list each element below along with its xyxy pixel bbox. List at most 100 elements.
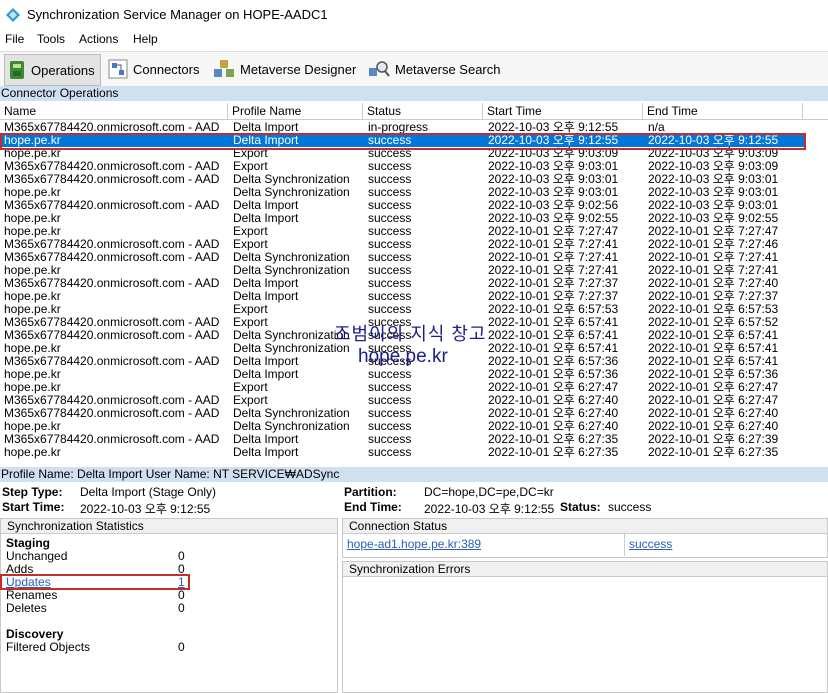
table-cell: success — [368, 238, 412, 251]
table-cell: success — [368, 290, 412, 303]
table-cell: M365x67784420.onmicrosoft.com - AAD — [4, 251, 220, 264]
table-cell: hope.pe.kr — [4, 264, 61, 277]
table-cell: success — [368, 394, 412, 407]
discovery-label: Discovery — [6, 627, 64, 641]
table-row[interactable]: hope.pe.kr Delta Import success 2022-10-01 … — [0, 446, 805, 459]
window-title: Synchronization Service Manager on HOPE-… — [27, 7, 328, 22]
table-cell: success — [368, 199, 412, 212]
connectors-button[interactable]: Connectors — [108, 54, 199, 84]
table-cell: 2022-10-03 오후 9:03:01 — [488, 160, 619, 173]
table-cell: Delta Synchronization — [233, 420, 350, 433]
column-status[interactable]: Status — [363, 103, 483, 119]
table-cell: hope.pe.kr — [4, 368, 61, 381]
table-cell: 2022-10-01 오후 7:27:46 — [648, 238, 779, 251]
table-cell: 2022-10-03 오후 9:02:55 — [648, 212, 779, 225]
metaverse-search-icon — [369, 61, 390, 77]
table-cell: 2022-10-01 오후 6:57:41 — [648, 355, 779, 368]
status-label: Status: — [560, 500, 601, 514]
connection-result-link[interactable]: success — [629, 537, 672, 551]
connectors-icon — [108, 59, 128, 79]
filtered-objects-label: Filtered Objects — [6, 640, 91, 654]
table-row[interactable]: M365x67784420.onmicrosoft.com - AAD Delta… — [0, 199, 805, 212]
menu-help[interactable]: Help — [133, 32, 158, 46]
table-row[interactable]: hope.pe.kr Delta Import success 2022-10-01 … — [0, 368, 805, 381]
table-cell: 2022-10-01 오후 6:27:35 — [488, 433, 619, 446]
table-cell: Delta Import — [233, 355, 299, 368]
operations-grid[interactable]: M365x67784420.onmicrosoft.com - AAD Delta… — [0, 120, 828, 464]
table-cell: Delta Import — [233, 446, 299, 459]
operations-grid-header: Name Profile Name Status Start Time End … — [0, 103, 828, 120]
table-cell: Delta Synchronization — [233, 251, 350, 264]
menu-actions[interactable]: Actions — [79, 32, 118, 46]
table-cell: success — [368, 225, 412, 238]
table-cell: Delta Import — [233, 277, 299, 290]
menu-tools[interactable]: Tools — [37, 32, 65, 46]
connection-server-link[interactable]: hope-ad1.hope.pe.kr:389 — [347, 537, 481, 551]
renames-label: Renames — [6, 588, 58, 602]
sync-errors-panel — [342, 561, 828, 693]
table-cell: hope.pe.kr — [4, 186, 61, 199]
table-row[interactable]: hope.pe.kr Delta Synchronization success 20… — [0, 264, 805, 277]
table-cell: M365x67784420.onmicrosoft.com - AAD — [4, 199, 220, 212]
table-cell: Delta Synchronization — [233, 186, 350, 199]
table-cell: hope.pe.kr — [4, 212, 61, 225]
table-cell: 2022-10-01 오후 6:57:52 — [648, 316, 779, 329]
table-cell: success — [368, 381, 412, 394]
start-time-label: Start Time: — [2, 500, 65, 514]
column-start-time[interactable]: Start Time — [483, 103, 643, 119]
table-cell: 2022-10-03 오후 9:03:01 — [488, 186, 619, 199]
table-row[interactable]: M365x67784420.onmicrosoft.com - AAD Expor… — [0, 160, 805, 173]
table-cell: 2022-10-01 오후 7:27:37 — [488, 290, 619, 303]
table-cell: Delta Synchronization — [233, 173, 350, 186]
table-row[interactable]: hope.pe.kr Export success 2022-10-01 오후 6:5… — [0, 303, 805, 316]
table-row[interactable]: M365x67784420.onmicrosoft.com - AAD Delta… — [0, 173, 805, 186]
sync-stats-header: Synchronization Statistics — [1, 519, 337, 534]
table-cell: M365x67784420.onmicrosoft.com - AAD — [4, 160, 220, 173]
column-name[interactable]: Name — [0, 103, 228, 119]
table-row[interactable]: hope.pe.kr Delta Import success 2022-10-01 … — [0, 290, 805, 303]
table-row[interactable]: M365x67784420.onmicrosoft.com - AAD Delta… — [0, 433, 805, 446]
table-cell: Export — [233, 381, 268, 394]
table-cell: M365x67784420.onmicrosoft.com - AAD — [4, 394, 220, 407]
table-cell: 2022-10-01 오후 7:27:47 — [488, 225, 619, 238]
table-cell: success — [368, 303, 412, 316]
table-cell: 2022-10-01 오후 6:27:47 — [488, 381, 619, 394]
table-row[interactable]: M365x67784420.onmicrosoft.com - AAD Delta… — [0, 251, 805, 264]
table-cell: hope.pe.kr — [4, 290, 61, 303]
table-cell: 2022-10-03 오후 9:03:09 — [648, 160, 779, 173]
table-cell: Delta Synchronization — [233, 407, 350, 420]
table-row[interactable]: hope.pe.kr Delta Synchronization success 20… — [0, 420, 805, 433]
status-value: success — [608, 500, 652, 514]
sync-service-app-icon — [6, 8, 20, 22]
selected-row-highlight-box — [0, 133, 806, 150]
table-cell: Delta Import — [233, 433, 299, 446]
metaverse-designer-button[interactable]: Metaverse Designer — [213, 54, 356, 84]
table-cell: 2022-10-01 오후 6:57:41 — [488, 342, 619, 355]
table-cell: M365x67784420.onmicrosoft.com - AAD — [4, 433, 220, 446]
menu-file[interactable]: File — [5, 32, 24, 46]
table-cell: success — [368, 368, 412, 381]
connectors-label: Connectors — [133, 61, 200, 77]
table-row[interactable]: hope.pe.kr Delta Import success 2022-10-03 … — [0, 212, 805, 225]
table-cell: 2022-10-01 오후 7:27:41 — [488, 264, 619, 277]
partition-value: DC=hope,DC=pe,DC=kr — [424, 485, 554, 499]
table-cell: 2022-10-01 오후 6:57:41 — [488, 316, 619, 329]
column-end-time[interactable]: End Time — [643, 103, 803, 119]
table-row[interactable]: hope.pe.kr Export success 2022-10-01 오후 7:2… — [0, 225, 805, 238]
table-cell: success — [368, 251, 412, 264]
table-cell: success — [368, 160, 412, 173]
metaverse-search-button[interactable]: Metaverse Search — [368, 54, 501, 84]
table-cell: 2022-10-03 오후 9:02:55 — [488, 212, 619, 225]
table-row[interactable]: M365x67784420.onmicrosoft.com - AAD Expor… — [0, 238, 805, 251]
table-cell: M365x67784420.onmicrosoft.com - AAD — [4, 173, 220, 186]
table-row[interactable]: M365x67784420.onmicrosoft.com - AAD Delta… — [0, 277, 805, 290]
table-row[interactable]: hope.pe.kr Export success 2022-10-01 오후 6:2… — [0, 381, 805, 394]
operations-icon — [10, 61, 24, 79]
table-cell: success — [368, 420, 412, 433]
table-row[interactable]: M365x67784420.onmicrosoft.com - AAD Delta… — [0, 407, 805, 420]
column-profile-name[interactable]: Profile Name — [228, 103, 363, 119]
operations-button[interactable]: Operations — [4, 54, 101, 86]
table-row[interactable]: M365x67784420.onmicrosoft.com - AAD Expor… — [0, 394, 805, 407]
table-row[interactable]: hope.pe.kr Delta Synchronization success 20… — [0, 186, 805, 199]
table-cell: 2022-10-01 오후 6:27:35 — [488, 446, 619, 459]
